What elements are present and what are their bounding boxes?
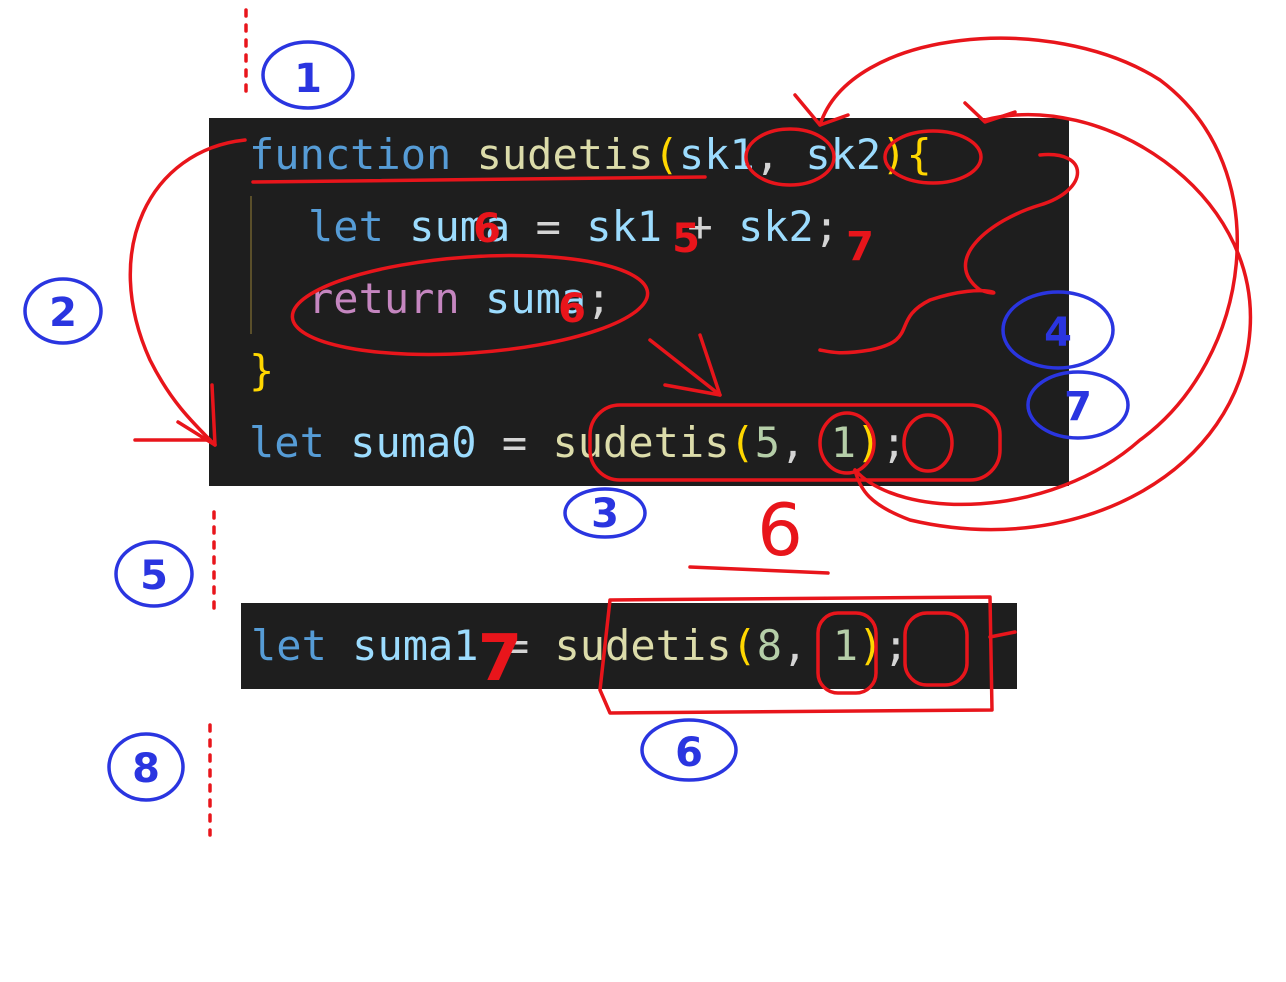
return-value-suma: suma: [485, 274, 587, 323]
argument-1: 1: [832, 621, 858, 670]
code-line-return: return suma;: [308, 263, 611, 335]
variable-suma1: suma1: [352, 621, 479, 670]
operand-sk1: sk1: [586, 202, 663, 251]
equals-operator: =: [501, 418, 528, 467]
argument-5: 5: [754, 418, 781, 467]
param-sk1: sk1: [678, 130, 755, 179]
keyword-let: let: [251, 621, 327, 670]
equals-operator: =: [535, 202, 561, 251]
keyword-let: let: [308, 202, 384, 251]
blue-circle-6: [640, 718, 738, 782]
blue-label-5: 5: [140, 553, 168, 599]
code-line-function-declaration: function sudetis(sk1, sk2){: [249, 119, 932, 191]
argument-1: 1: [830, 418, 856, 467]
function-call-name: sudetis: [554, 621, 732, 670]
code-line-call-suma1: let suma1 = sudetis(8, 1);: [251, 610, 909, 682]
equals-operator: =: [503, 621, 530, 670]
plus-operator: +: [687, 202, 713, 251]
blue-circle-8: [107, 732, 185, 802]
argument-8: 8: [756, 621, 783, 670]
comma: ,: [780, 418, 806, 467]
code-line-let-suma: let suma = sk1 + sk2;: [308, 191, 839, 263]
blue-label-1: 1: [294, 56, 322, 102]
close-paren: ): [857, 621, 884, 670]
function-name: sudetis: [476, 130, 654, 179]
open-paren: (: [731, 621, 757, 670]
blue-circle-3: [563, 487, 647, 539]
function-call-name: sudetis: [552, 418, 730, 467]
comma: ,: [782, 621, 808, 670]
underline-6: [688, 565, 830, 575]
keyword-function: function: [249, 130, 452, 179]
code-line-call-suma0: let suma0 = sudetis(5, 1);: [249, 407, 907, 479]
blue-label-3: 3: [591, 491, 619, 537]
blue-circle-5: [114, 540, 194, 608]
blue-label-8: 8: [132, 746, 160, 792]
code-line-close-brace: }: [249, 335, 274, 407]
variable-suma: suma: [409, 202, 511, 251]
blue-label-2: 2: [49, 290, 77, 336]
close-brace: }: [249, 346, 275, 395]
param-sk2: sk2: [805, 130, 882, 179]
semicolon: ;: [813, 202, 840, 251]
open-paren: (: [653, 130, 679, 179]
blue-label-6: 6: [675, 730, 703, 776]
operand-sk2: sk2: [737, 202, 814, 251]
code-editor-bottom: let suma1 = sudetis(8, 1);: [241, 603, 1017, 689]
code-editor-top: function sudetis(sk1, sk2){ let suma = s…: [209, 118, 1069, 486]
keyword-let: let: [249, 418, 325, 467]
indent-guide: [250, 196, 252, 334]
semicolon: ;: [586, 274, 612, 323]
variable-suma0: suma0: [350, 418, 477, 467]
red-label-6-large: 6: [757, 488, 803, 572]
blue-circle-1: [261, 40, 355, 110]
blue-circle-2: [23, 277, 103, 345]
semicolon: ;: [883, 621, 909, 670]
open-paren: (: [729, 418, 755, 467]
open-brace: {: [906, 130, 932, 179]
close-paren: ): [881, 130, 907, 179]
close-paren: ): [855, 418, 882, 467]
comma: ,: [754, 130, 781, 179]
semicolon: ;: [881, 418, 907, 467]
keyword-return: return: [308, 274, 460, 323]
